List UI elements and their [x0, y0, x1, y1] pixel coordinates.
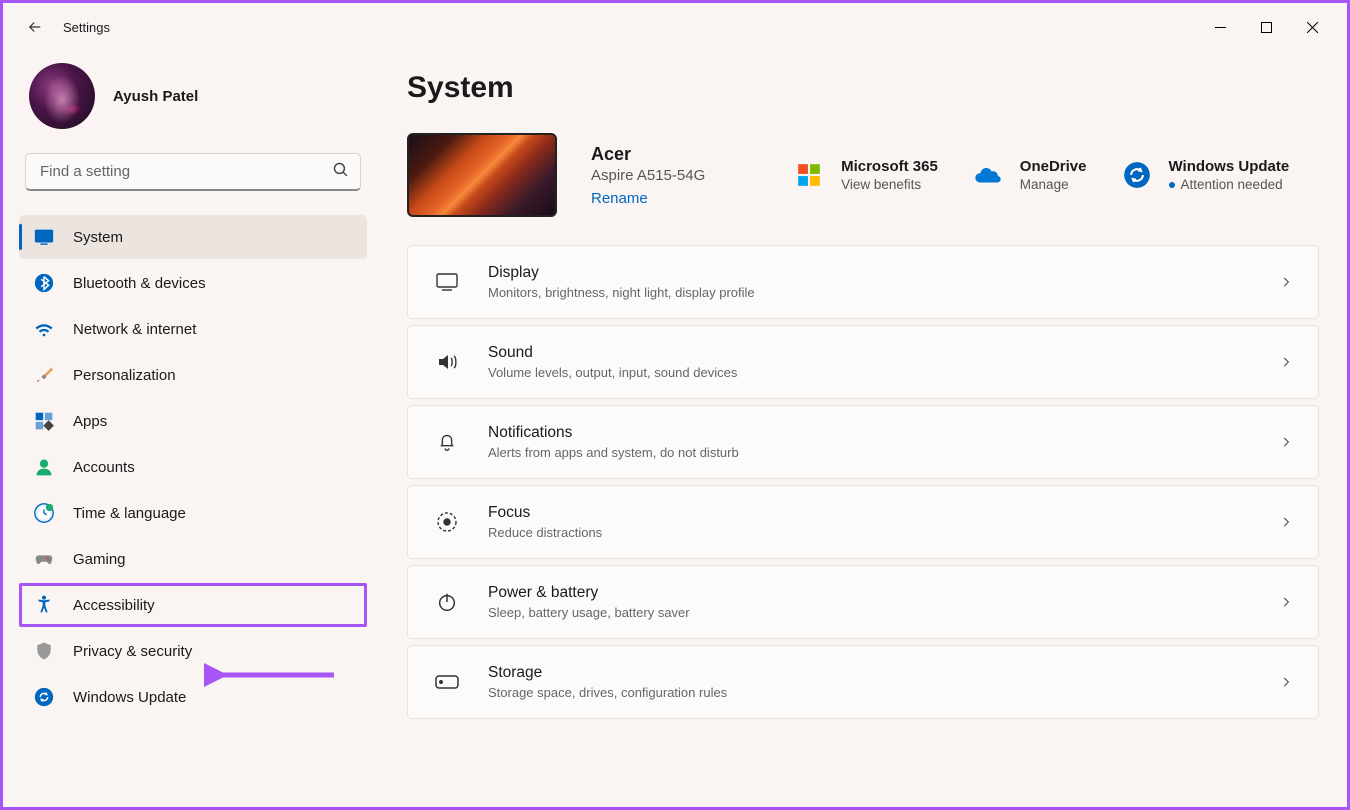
device-model: Aspire A515-54G: [591, 167, 705, 184]
sidebar: Ayush Patel System Bluetooth & devices: [3, 51, 383, 807]
attention-dot: [1169, 182, 1175, 188]
brush-icon: [33, 364, 55, 386]
sound-icon: [434, 349, 460, 375]
maximize-button[interactable]: [1243, 11, 1289, 43]
sidebar-item-update[interactable]: Windows Update: [19, 675, 367, 719]
page-title: System: [407, 71, 1319, 105]
card-sub: Monitors, brightness, night light, displ…: [488, 285, 1248, 300]
card-title: Power & battery: [488, 584, 1248, 602]
focus-icon: [434, 509, 460, 535]
update-icon: [1121, 159, 1153, 191]
status-onedrive[interactable]: OneDrive Manage: [972, 158, 1087, 192]
nav-list: System Bluetooth & devices Network & int…: [19, 215, 367, 719]
bell-icon: [434, 429, 460, 455]
sidebar-item-label: Time & language: [73, 505, 186, 522]
titlebar: Settings: [3, 3, 1347, 51]
wifi-icon: [33, 318, 55, 340]
sidebar-item-label: Windows Update: [73, 689, 186, 706]
status-title: Windows Update: [1169, 158, 1290, 175]
card-title: Sound: [488, 344, 1248, 362]
sidebar-item-label: Bluetooth & devices: [73, 275, 206, 292]
card-sub: Alerts from apps and system, do not dist…: [488, 445, 1248, 460]
device-thumbnail[interactable]: [407, 133, 557, 217]
chevron-right-icon: [1276, 352, 1296, 372]
sidebar-item-network[interactable]: Network & internet: [19, 307, 367, 351]
device-row: Acer Aspire A515-54G Rename Microsoft 36…: [407, 133, 1319, 217]
card-title: Display: [488, 264, 1248, 282]
sidebar-item-label: Privacy & security: [73, 643, 192, 660]
card-sub: Sleep, battery usage, battery saver: [488, 605, 1248, 620]
sidebar-item-accounts[interactable]: Accounts: [19, 445, 367, 489]
main-content: System Acer Aspire A515-54G Rename Micro…: [383, 51, 1347, 807]
storage-icon: [434, 669, 460, 695]
status-title: OneDrive: [1020, 158, 1087, 175]
status-sub: Attention needed: [1169, 177, 1290, 192]
settings-cards: Display Monitors, brightness, night ligh…: [407, 245, 1319, 719]
sidebar-item-system[interactable]: System: [19, 215, 367, 259]
sidebar-item-label: Accessibility: [73, 597, 155, 614]
sidebar-item-label: Apps: [73, 413, 107, 430]
sidebar-item-gaming[interactable]: Gaming: [19, 537, 367, 581]
sidebar-item-label: Network & internet: [73, 321, 196, 338]
card-notifications[interactable]: Notifications Alerts from apps and syste…: [407, 405, 1319, 479]
clock-icon: [33, 502, 55, 524]
display-icon: [434, 269, 460, 295]
shield-icon: [33, 640, 55, 662]
sidebar-item-personalization[interactable]: Personalization: [19, 353, 367, 397]
sidebar-item-bluetooth[interactable]: Bluetooth & devices: [19, 261, 367, 305]
chevron-right-icon: [1276, 512, 1296, 532]
person-icon: [33, 456, 55, 478]
minimize-button[interactable]: [1197, 11, 1243, 43]
power-icon: [434, 589, 460, 615]
card-sub: Volume levels, output, input, sound devi…: [488, 365, 1248, 380]
system-icon: [33, 226, 55, 248]
card-title: Focus: [488, 504, 1248, 522]
back-button[interactable]: [15, 7, 55, 47]
search-icon: [332, 161, 349, 183]
avatar: [29, 63, 95, 129]
bluetooth-icon: [33, 272, 55, 294]
profile-name: Ayush Patel: [113, 88, 198, 105]
sidebar-item-accessibility[interactable]: Accessibility: [19, 583, 367, 627]
card-storage[interactable]: Storage Storage space, drives, configura…: [407, 645, 1319, 719]
onedrive-icon: [972, 159, 1004, 191]
status-sub: Manage: [1020, 177, 1087, 192]
chevron-right-icon: [1276, 432, 1296, 452]
rename-link[interactable]: Rename: [591, 190, 705, 207]
card-focus[interactable]: Focus Reduce distractions: [407, 485, 1319, 559]
status-title: Microsoft 365: [841, 158, 938, 175]
card-sub: Storage space, drives, configuration rul…: [488, 685, 1248, 700]
sidebar-item-privacy[interactable]: Privacy & security: [19, 629, 367, 673]
card-title: Storage: [488, 664, 1248, 682]
update-icon: [33, 686, 55, 708]
gamepad-icon: [33, 548, 55, 570]
close-button[interactable]: [1289, 11, 1335, 43]
chevron-right-icon: [1276, 592, 1296, 612]
sidebar-item-label: System: [73, 229, 123, 246]
device-info: Acer Aspire A515-54G Rename: [591, 144, 705, 207]
sidebar-item-label: Personalization: [73, 367, 176, 384]
sidebar-item-apps[interactable]: Apps: [19, 399, 367, 443]
device-name: Acer: [591, 144, 705, 165]
sidebar-item-label: Gaming: [73, 551, 126, 568]
status-sub: View benefits: [841, 177, 938, 192]
search-box: [25, 153, 361, 191]
accessibility-icon: [33, 594, 55, 616]
profile-button[interactable]: Ayush Patel: [19, 55, 367, 153]
card-title: Notifications: [488, 424, 1248, 442]
m365-icon: [793, 159, 825, 191]
chevron-right-icon: [1276, 272, 1296, 292]
status-windows-update[interactable]: Windows Update Attention needed: [1121, 158, 1290, 192]
card-sub: Reduce distractions: [488, 525, 1248, 540]
app-title: Settings: [63, 20, 110, 35]
card-sound[interactable]: Sound Volume levels, output, input, soun…: [407, 325, 1319, 399]
card-power[interactable]: Power & battery Sleep, battery usage, ba…: [407, 565, 1319, 639]
apps-icon: [33, 410, 55, 432]
sidebar-item-time[interactable]: Time & language: [19, 491, 367, 535]
card-display[interactable]: Display Monitors, brightness, night ligh…: [407, 245, 1319, 319]
sidebar-item-label: Accounts: [73, 459, 135, 476]
chevron-right-icon: [1276, 672, 1296, 692]
search-input[interactable]: [25, 153, 361, 191]
status-m365[interactable]: Microsoft 365 View benefits: [793, 158, 938, 192]
